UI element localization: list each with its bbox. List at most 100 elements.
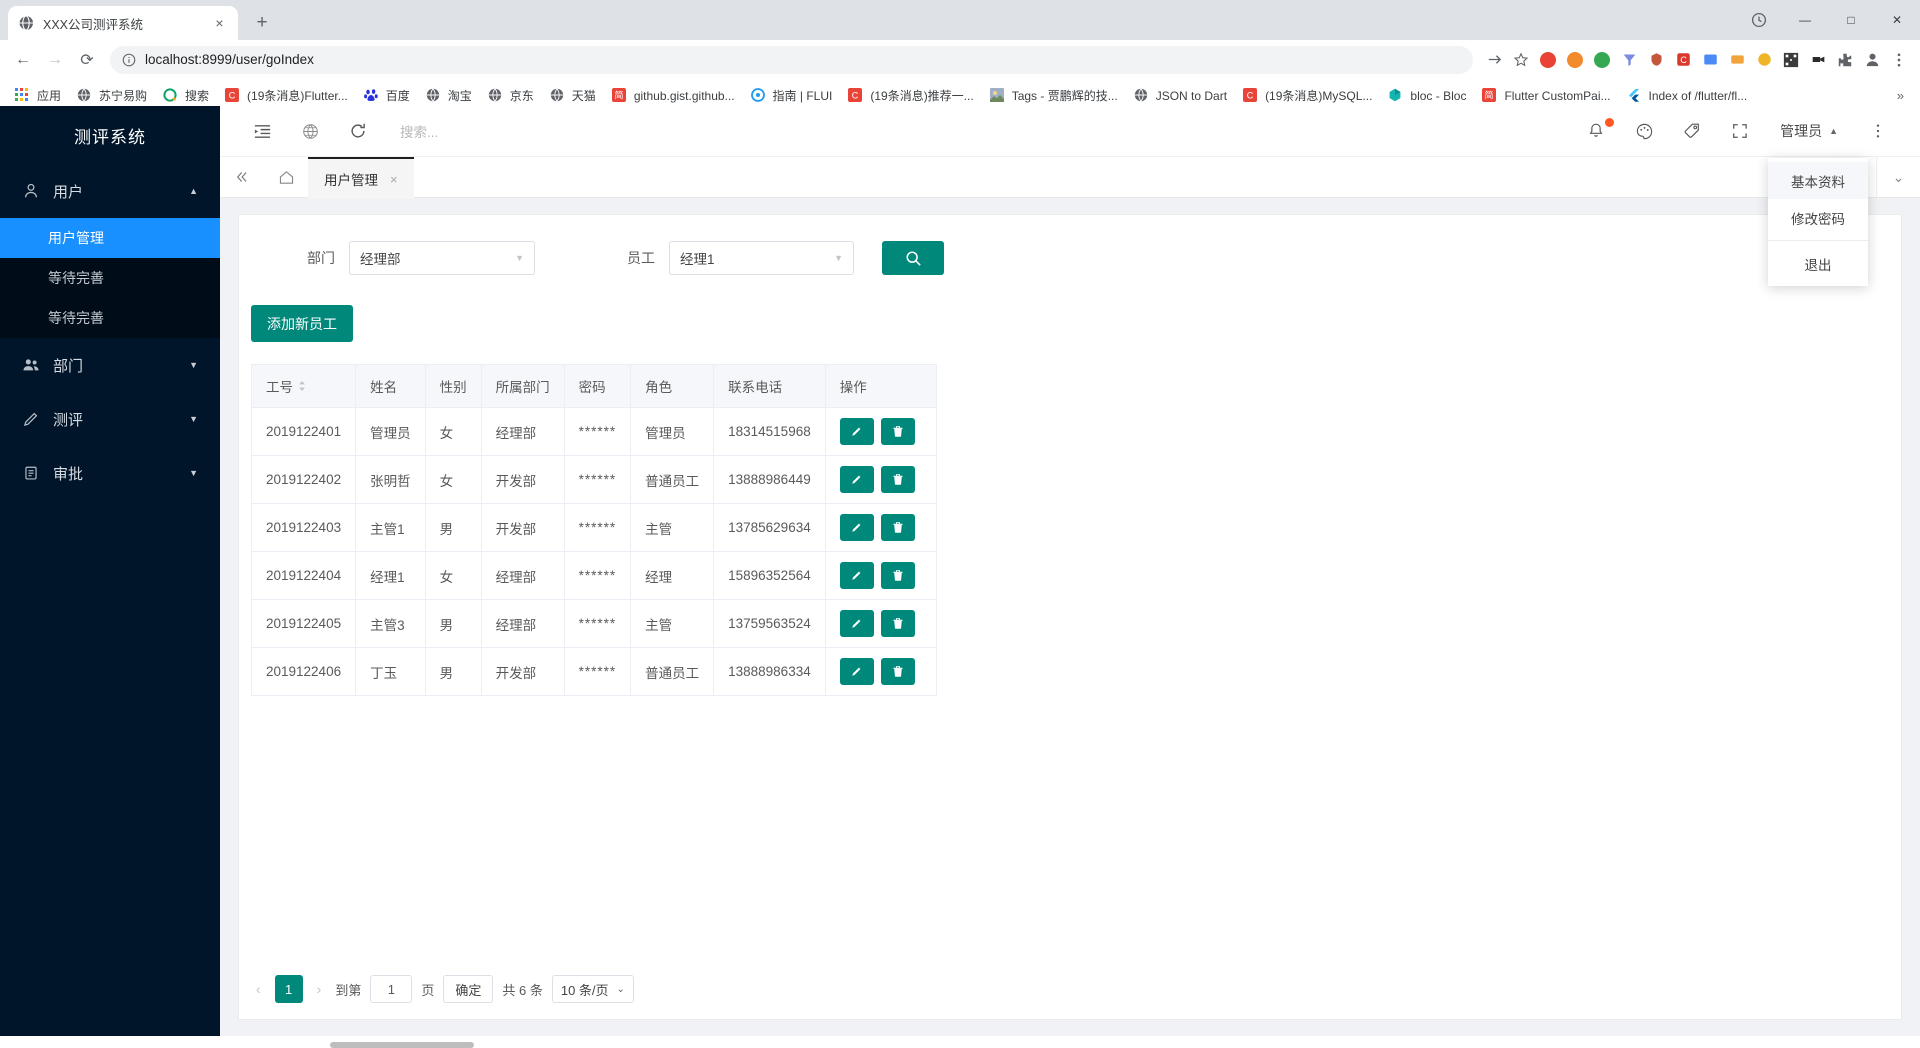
bookmark-item[interactable]: Index of /flutter/fl... [1619, 85, 1754, 107]
bookmark-item[interactable]: bloc - Bloc [1381, 85, 1473, 107]
cell-role: 主管 [630, 599, 715, 648]
close-icon[interactable]: × [211, 15, 228, 32]
bookmark-star-icon[interactable] [1508, 47, 1534, 73]
bookmark-item[interactable]: Tags - 贾鹏辉的技... [983, 84, 1125, 107]
search-input[interactable]: 搜索... [400, 121, 1572, 141]
bookmark-item[interactable]: C (19条消息)Flutter... [218, 84, 355, 107]
share-icon[interactable] [1481, 47, 1507, 73]
home-icon[interactable] [264, 157, 308, 197]
palette-icon[interactable] [1620, 106, 1668, 156]
bookmark-item[interactable]: C (19条消息)推荐一... [841, 84, 980, 107]
edit-row-button[interactable] [839, 466, 874, 493]
bookmark-item[interactable]: 简 Flutter CustomPai... [1475, 85, 1617, 107]
sidebar-group-2[interactable]: 部门 ▼ [0, 338, 220, 392]
edit-row-button[interactable] [839, 658, 874, 685]
forward-icon[interactable]: → [40, 45, 70, 75]
bookmarks-overflow-icon[interactable]: » [1889, 88, 1912, 103]
sidebar-group-4[interactable]: 审批 ▼ [0, 446, 220, 500]
bookmark-item[interactable]: 天猫 [543, 84, 603, 107]
bookmark-item[interactable]: 指南 | FLUI [744, 84, 840, 107]
table-header-1[interactable]: 工号 [250, 364, 357, 408]
sidebar-group-1[interactable]: 用户 ▲ [0, 164, 220, 218]
bell-icon[interactable] [1572, 106, 1620, 156]
extension-icon-1[interactable] [1535, 47, 1561, 73]
globe-icon[interactable] [286, 106, 334, 156]
edit-row-button[interactable] [839, 610, 874, 637]
bookmark-item[interactable]: JSON to Dart [1127, 85, 1234, 107]
page-number-1[interactable]: 1 [274, 975, 303, 1003]
delete-row-button[interactable] [880, 658, 915, 685]
bookmark-item[interactable]: 百度 [357, 84, 417, 107]
goto-page-input[interactable]: 1 [370, 975, 413, 1003]
sort-icon[interactable] [298, 380, 306, 392]
prev-page-button[interactable]: ‹ [251, 981, 266, 997]
delete-row-button[interactable] [880, 610, 915, 637]
window-maximize-button[interactable]: □ [1828, 0, 1874, 40]
chevron-up-icon: ▲ [1829, 126, 1838, 136]
delete-row-button[interactable] [880, 466, 915, 493]
bookmark-item[interactable]: C (19条消息)MySQL... [1236, 84, 1379, 107]
employee-select[interactable]: 经理1 ▼ [669, 241, 854, 275]
chevron-down-icon[interactable]: ⌄ [1876, 157, 1920, 197]
refresh-icon[interactable] [334, 106, 382, 156]
extension-icon-2[interactable] [1562, 47, 1588, 73]
cell-gender: 女 [424, 551, 482, 600]
delete-row-button[interactable] [880, 418, 915, 445]
bookmark-item[interactable]: 简 github.gist.github... [605, 85, 742, 107]
bookmark-item[interactable]: 搜索 [156, 84, 216, 107]
window-close-button[interactable]: ✕ [1874, 0, 1920, 40]
edit-row-button[interactable] [839, 562, 874, 589]
back-icon[interactable]: ← [8, 45, 38, 75]
reload-icon[interactable]: ⟳ [72, 45, 102, 75]
next-page-button[interactable]: › [312, 981, 327, 997]
menu-fold-icon[interactable] [238, 106, 286, 156]
bookmark-item[interactable]: 淘宝 [419, 84, 479, 107]
extension-icon-7[interactable] [1697, 47, 1723, 73]
sidebar-item-2[interactable]: 等待完善 [0, 258, 220, 298]
extension-puzzle-icon[interactable] [1736, 0, 1782, 40]
page-size-select[interactable]: 10 条/页 ⌄ [551, 975, 634, 1003]
extension-icon-10[interactable] [1778, 47, 1804, 73]
page-tab-user-management[interactable]: 用户管理 × [308, 157, 414, 199]
user-menu-item-change-password[interactable]: 修改密码 [1768, 199, 1868, 236]
more-vertical-icon[interactable] [1854, 106, 1902, 156]
fullscreen-icon[interactable] [1716, 106, 1764, 156]
user-menu-item-profile[interactable]: 基本资料 [1768, 162, 1868, 199]
edit-row-button[interactable] [839, 514, 874, 541]
extension-icon-4[interactable] [1616, 47, 1642, 73]
browser-tab[interactable]: XXX公司测评系统 × [8, 6, 238, 40]
extension-icon-11[interactable] [1805, 47, 1831, 73]
user-menu-item-logout[interactable]: 退出 [1768, 245, 1868, 282]
user-menu-button[interactable]: 管理员 ▲ [1764, 106, 1854, 156]
employee-table: 工号 姓名 性别 所属部门 密码 角色 联系电话 操作 2019122401 管理员女经理部 **… [250, 364, 937, 696]
sidebar-item-3[interactable]: 等待完善 [0, 298, 220, 338]
double-chevron-left-icon[interactable] [220, 157, 264, 197]
extension-icon-8[interactable] [1724, 47, 1750, 73]
browser-menu-icon[interactable] [1886, 47, 1912, 73]
close-icon[interactable]: × [390, 172, 398, 187]
extension-icon-6[interactable]: C [1670, 47, 1696, 73]
confirm-page-button[interactable]: 确定 [443, 975, 494, 1003]
tag-icon[interactable] [1668, 106, 1716, 156]
window-minimize-button[interactable]: — [1782, 0, 1828, 40]
sidebar-group-3[interactable]: 测评 ▼ [0, 392, 220, 446]
page-tab-label: 用户管理 [324, 173, 378, 188]
add-employee-button[interactable]: 添加新员工 [251, 305, 353, 342]
profile-avatar-icon[interactable] [1859, 47, 1885, 73]
search-button[interactable] [882, 241, 944, 275]
new-tab-button[interactable]: + [248, 9, 276, 37]
edit-row-button[interactable] [839, 418, 874, 445]
bookmark-item[interactable]: 应用 [8, 84, 68, 107]
address-bar[interactable]: localhost:8999/user/goIndex [110, 45, 1473, 74]
department-select[interactable]: 经理部 ▼ [349, 241, 535, 275]
bookmark-item[interactable]: 京东 [481, 84, 541, 107]
extension-icon-9[interactable] [1751, 47, 1777, 73]
extension-icon-3[interactable] [1589, 47, 1615, 73]
extension-puzzle-icon[interactable] [1832, 47, 1858, 73]
sidebar-item-1[interactable]: 用户管理 [0, 218, 220, 258]
delete-row-button[interactable] [880, 562, 915, 589]
table-row: 2019122401 管理员女经理部 ****** 管理员 18314515968 [250, 407, 937, 456]
extension-icon-5[interactable] [1643, 47, 1669, 73]
delete-row-button[interactable] [880, 514, 915, 541]
bookmark-item[interactable]: 苏宁易购 [70, 84, 154, 107]
